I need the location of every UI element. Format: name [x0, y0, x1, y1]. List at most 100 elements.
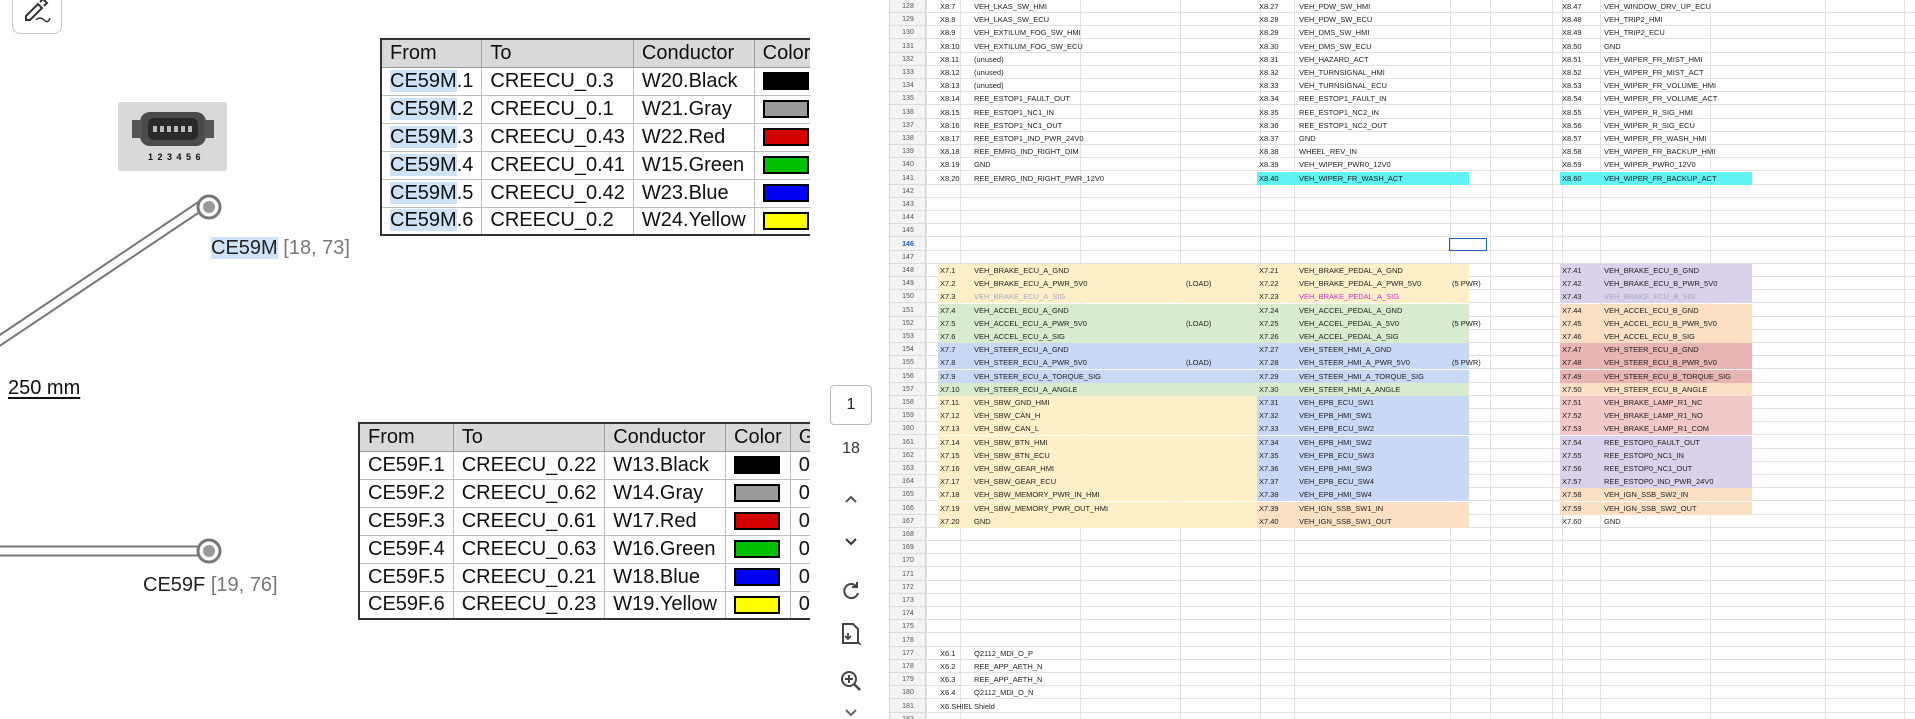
sheet-row[interactable]: 175 — [890, 620, 1915, 634]
signal-name-cell[interactable]: VEH_BRAKE_PEDAL_A_GND — [1297, 264, 1449, 277]
signal-name-cell[interactable]: VEH_ACCEL_PEDAL_A_5V0 — [1297, 316, 1449, 330]
signal-name-cell[interactable]: VEH_TURNSIGNAL_HMI — [1297, 66, 1449, 79]
filled-cell[interactable] — [1130, 488, 1257, 502]
signal-name-cell[interactable]: REE_ESTOP1_NC2_IN — [1297, 106, 1449, 119]
pin-id-cell[interactable]: X7.28 — [1257, 356, 1297, 370]
pin-id-cell[interactable]: X8.53 — [1560, 79, 1602, 92]
pin-id-cell[interactable]: X7.49 — [1560, 369, 1602, 383]
signal-name-cell[interactable]: VEH_SBW_BTN_HMI — [972, 435, 1130, 449]
pin-id-cell[interactable]: X7.24 — [1257, 303, 1297, 317]
filled-cell[interactable] — [1449, 488, 1469, 502]
pin-id-cell[interactable]: X8.11 — [938, 53, 972, 66]
pin-id-cell[interactable]: X8.39 — [1257, 158, 1297, 171]
signal-name-cell[interactable]: Q2112_MDI_O_N — [972, 686, 1130, 699]
pin-id-cell[interactable]: X7.27 — [1257, 343, 1297, 357]
filled-cell[interactable] — [1449, 514, 1469, 528]
signal-name-cell[interactable]: WHEEL_REV_IN — [1297, 145, 1449, 158]
pin-id-cell[interactable]: X7.42 — [1560, 277, 1602, 291]
row-number[interactable]: 148 — [890, 264, 926, 277]
row-number[interactable]: 139 — [890, 145, 926, 159]
pin-id-cell[interactable]: X7.33 — [1257, 422, 1297, 436]
sheet-row[interactable]: 129 X8.8 VEH_LKAS_SW_ECU X8.28 VEH_PDW_SW_EC… — [890, 13, 1915, 27]
signal-name-cell[interactable]: VEH_WIPER_FR_MIST_ACT — [1602, 66, 1752, 79]
pin-id-cell[interactable]: X8.33 — [1257, 79, 1297, 92]
row-number[interactable]: 174 — [890, 607, 926, 621]
signal-name-cell[interactable]: VEH_STEER_ECU_A_ANGLE — [972, 382, 1130, 396]
signal-name-cell[interactable]: VEH_SBW_GEAR_ECU — [972, 475, 1130, 489]
signal-name-cell[interactable]: VEH_LKAS_SW_ECU — [972, 13, 1130, 26]
signal-name-cell[interactable]: VEH_SBW_BTN_ECU — [972, 448, 1130, 462]
sheet-row[interactable]: 152 X7.5 VEH_ACCEL_ECU_A_PWR_5V0 X7.25 VEH_A… — [890, 316, 1915, 330]
row-number[interactable]: 133 — [890, 66, 926, 79]
pin-id-cell[interactable]: X7.39 — [1257, 501, 1297, 515]
sheet-row[interactable]: 154 X7.7 VEH_STEER_ECU_A_GND X7.27 VEH_STEER… — [890, 343, 1915, 357]
row-number[interactable]: 159 — [890, 409, 926, 423]
pin-id-cell[interactable]: X7.53 — [1560, 422, 1602, 436]
signal-name-cell[interactable]: REE_ESTOP0_FAULT_OUT — [1602, 435, 1752, 449]
signal-name-cell[interactable]: VEH_BRAKE_ECU_B_SIG — [1602, 290, 1752, 304]
signal-name-cell[interactable]: VEH_WIPER_R_SIG_ECU — [1602, 119, 1752, 132]
pin-id-cell[interactable]: X7.9 — [938, 369, 972, 383]
sheet-row[interactable]: 139 X8.18 REE_EMRG_IND_RIGHT_DIM X8.38 WHEEL… — [890, 145, 1915, 159]
pin-id-cell[interactable]: X7.52 — [1560, 409, 1602, 423]
pin-id-cell[interactable]: X8.27 — [1257, 0, 1297, 13]
sheet-row[interactable]: 135 X8.14 REE_ESTOP1_FAULT_OUT X8.34 REE_EST… — [890, 92, 1915, 106]
connector-node-m[interactable] — [196, 194, 222, 220]
row-number[interactable]: 167 — [890, 515, 926, 528]
pin-id-cell[interactable]: X7.2 — [938, 277, 972, 291]
sheet-row[interactable]: 178 X6.2 REE_APP_AETH_N — [890, 660, 1915, 673]
row-number[interactable]: 162 — [890, 449, 926, 462]
pin-id-cell[interactable]: X7.17 — [938, 475, 972, 489]
signal-name-cell[interactable]: VEH_WINDOW_DRV_UP_ECU — [1602, 0, 1752, 13]
previous-page-button[interactable] — [834, 483, 868, 517]
signal-name-cell[interactable]: VEH_STEER_ECU_A_TORQUE_SIG — [972, 369, 1130, 383]
signal-name-cell[interactable]: REE_ESTOP0_IND_PWR_24V0 — [1602, 475, 1752, 489]
pin-id-cell[interactable]: X7.1 — [938, 264, 972, 277]
zoom-in-button[interactable] — [834, 664, 868, 698]
filled-cell[interactable] — [1130, 290, 1257, 304]
pin-id-cell[interactable]: X7.18 — [938, 488, 972, 502]
row-number[interactable]: 168 — [890, 528, 926, 541]
row-number[interactable]: 181 — [890, 700, 926, 713]
signal-name-cell[interactable]: VEH_SBW_CAN_L — [972, 422, 1130, 436]
row-number[interactable]: 176 — [890, 634, 926, 647]
sheet-row[interactable]: 140 X8.19 GND X8.39 VEH_WIPER_PWR0_12V0 X8.59… — [890, 158, 1915, 172]
filled-cell[interactable] — [1449, 264, 1469, 277]
sheet-row[interactable]: 164 X7.17 VEH_SBW_GEAR_ECU X7.37 VEH_EPB_ECU… — [890, 475, 1915, 489]
sheet-row[interactable]: 138 X8.17 REE_ESTOP1_IND_PWR_24V0 X8.37 GND X… — [890, 132, 1915, 145]
sheet-row[interactable]: 182 — [890, 713, 1915, 719]
sheet-row[interactable]: 166 X7.19 VEH_SBW_MEMORY_PWR_OUT_HMI X7.39 V… — [890, 501, 1915, 515]
pin-id-cell[interactable]: X8.18 — [938, 145, 972, 158]
sheet-row[interactable]: 144 — [890, 211, 1915, 225]
signal-name-cell[interactable]: REE_ESTOP1_IND_PWR_24V0 — [972, 132, 1130, 145]
signal-name-cell[interactable]: REE_ESTOP1_NC1_IN — [972, 106, 1130, 119]
row-number[interactable]: 144 — [890, 211, 926, 225]
signal-name-cell[interactable]: (unused) — [972, 79, 1130, 92]
sheet-row[interactable]: 151 X7.4 VEH_ACCEL_ECU_A_GND X7.24 VEH_ACCEL… — [890, 303, 1915, 317]
signal-name-cell[interactable]: VEH_WIPER_FR_WASH_ACT — [1297, 171, 1449, 185]
cable-length-label[interactable]: 250 mm — [8, 377, 80, 400]
row-number[interactable]: 155 — [890, 356, 926, 370]
pin-id-cell[interactable]: X8.30 — [1257, 40, 1297, 53]
row-number[interactable]: 150 — [890, 290, 926, 304]
pin-id-cell[interactable]: X8.10 — [938, 40, 972, 53]
signal-name-cell[interactable]: VEH_BRAKE_PEDAL_A_SIG — [1297, 290, 1449, 304]
signal-name-cell[interactable]: VEH_WIPER_PWR0_12V0 — [1602, 158, 1752, 171]
pin-id-cell[interactable]: X8.37 — [1257, 132, 1297, 145]
pin-id-cell[interactable]: X6.2 — [938, 660, 972, 673]
signal-name-cell[interactable]: VEH_HAZARD_ACT — [1297, 53, 1449, 66]
pin-id-cell[interactable]: X8.55 — [1560, 106, 1602, 119]
pin-id-cell[interactable]: X7.59 — [1560, 501, 1602, 515]
pin-id-cell[interactable]: X7.43 — [1560, 290, 1602, 304]
pin-id-cell[interactable]: X6.1 — [938, 647, 972, 660]
pin-id-cell[interactable]: X8.34 — [1257, 92, 1297, 105]
signal-name-cell[interactable]: REE_ESTOP0_NC1_IN — [1602, 448, 1752, 462]
signal-name-cell[interactable]: REE_ESTOP1_NC1_OUT — [972, 119, 1130, 132]
pin-id-cell[interactable]: X7.26 — [1257, 330, 1297, 343]
row-number[interactable]: 171 — [890, 568, 926, 581]
signal-name-cell[interactable]: VEH_EPB_ECU_SW3 — [1297, 448, 1449, 462]
sheet-row[interactable]: 156 X7.9 VEH_STEER_ECU_A_TORQUE_SIG X7.29 VE… — [890, 369, 1915, 383]
note-cell[interactable]: (5 PWR) — [1450, 356, 1500, 369]
note-cell[interactable]: (LOAD) — [1184, 356, 1234, 369]
signal-name-cell[interactable]: VEH_SBW_MEMORY_PWR_IN_HMI — [972, 488, 1130, 502]
